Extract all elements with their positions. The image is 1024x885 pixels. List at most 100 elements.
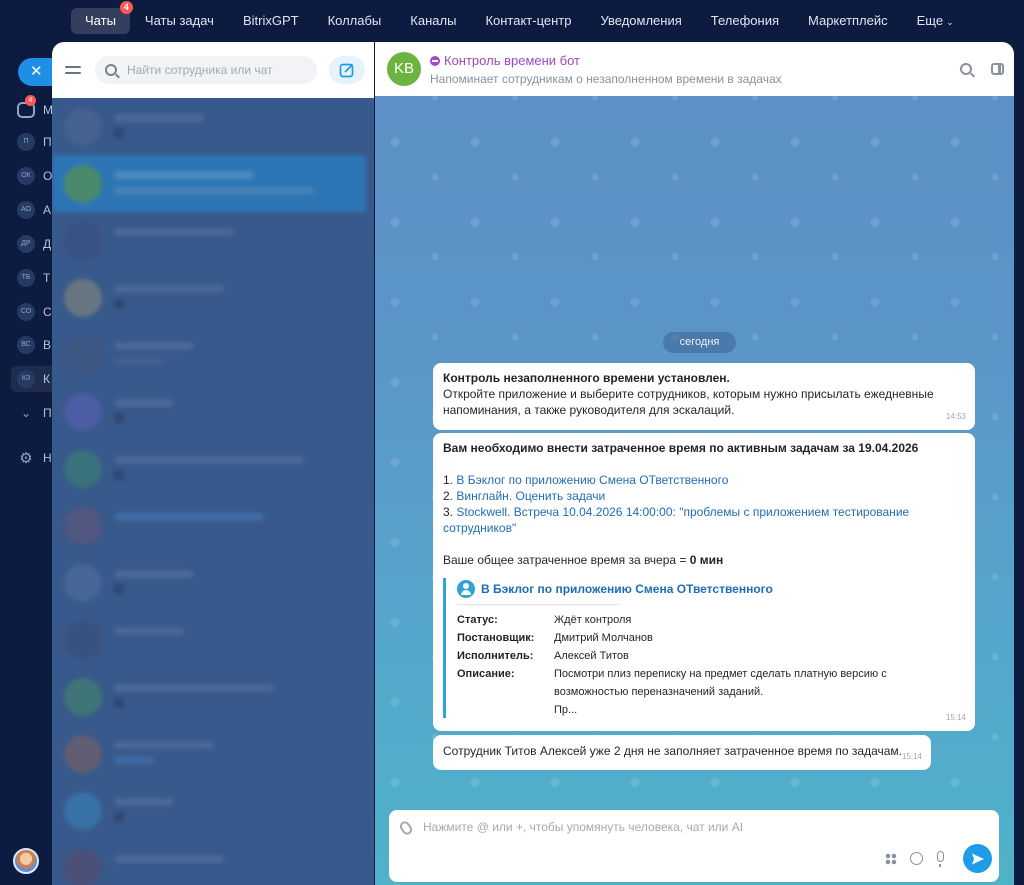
nav-tab-telephony[interactable]: Телефония [697, 8, 793, 34]
close-icon[interactable]: ✕ [18, 58, 52, 86]
rail-item[interactable]: АО А [17, 199, 53, 221]
avatar: АО [17, 201, 35, 219]
user-icon [457, 580, 475, 598]
chat-subtitle: Напоминает сотрудникам о незаполненном в… [430, 72, 782, 86]
avatar: ВС [17, 336, 35, 354]
chat-title: Контроль времени бот [444, 53, 581, 68]
avatar: КЗ [17, 370, 35, 388]
rail-item-selected[interactable]: КЗ К [11, 366, 53, 392]
blur-overlay [52, 98, 374, 885]
message-text: Сотрудник Титов Алексей уже 2 дня не зап… [443, 744, 903, 758]
nav-tab-chats[interactable]: Чаты 4 [71, 1, 133, 34]
total-time-prefix: Ваше общее затраченное время за вчера = [443, 553, 690, 567]
message-composer [389, 810, 999, 882]
nav-tab-bitrixgpt[interactable]: BitrixGPT [229, 8, 313, 34]
rail-label: А [43, 203, 52, 217]
avatar: ДР [17, 235, 35, 253]
rail-label: П [43, 135, 52, 149]
apps-icon[interactable] [885, 853, 897, 865]
message-text: Откройте приложение и выберите сотрудник… [443, 387, 934, 417]
task-link[interactable]: Stockwell. Встреча 10.04.2026 14:00:00: … [443, 505, 909, 535]
message-time: 15:14 [945, 713, 966, 722]
avatar: П [17, 133, 35, 151]
field-value: Ждёт контроля [554, 614, 632, 626]
filter-icon[interactable] [65, 59, 87, 81]
bot-avatar[interactable]: KB [387, 52, 421, 86]
message-input[interactable] [423, 820, 903, 840]
message-time: 15:14 [901, 752, 922, 761]
search-input[interactable] [127, 63, 307, 77]
chat-window: KB Контроль времени бот Напоминает сотру… [375, 42, 1014, 885]
avatar: ТБ [17, 269, 35, 287]
field-label: Описание: [457, 668, 515, 680]
task-field-creator: Постановщик: Дмитрий Молчанов [457, 629, 965, 647]
send-icon [971, 853, 984, 864]
sidebar-toggle-icon[interactable] [991, 63, 1004, 75]
compose-icon [339, 63, 354, 78]
nav-tab-more[interactable]: Еще ⌄ [903, 8, 968, 34]
task-field-description: Описание: Посмотри плиз переписку на пре… [457, 665, 965, 719]
field-value: Дмитрий Молчанов [554, 632, 653, 644]
attachment-icon[interactable] [397, 819, 415, 837]
rail-item-messages[interactable]: 4 М [17, 95, 53, 121]
chat-list-header [52, 42, 374, 98]
rail-label: Д [43, 237, 52, 251]
rail-item-expand[interactable]: ⌄ П [17, 402, 53, 424]
rail-label: С [43, 305, 52, 319]
gear-icon: ⚙ [19, 450, 33, 467]
chat-title-row[interactable]: Контроль времени бот [430, 53, 580, 68]
task-link[interactable]: Винглайн. Оценить задачи [456, 489, 605, 503]
task-field-status: Статус: Ждёт контроля [457, 611, 965, 629]
task-card: В Бэклог по приложению Смена ОТветственн… [443, 578, 965, 718]
rail-item[interactable]: СО С [17, 301, 53, 323]
message-bubble[interactable]: Вам необходимо внести затраченное время … [433, 433, 975, 731]
nav-tab-collabs[interactable]: Коллабы [314, 8, 396, 34]
total-time-value: 0 мин [689, 553, 724, 567]
field-value: Посмотри плиз переписку на предмет сдела… [554, 668, 887, 716]
nav-tab-marketplace[interactable]: Маркетплейс [794, 8, 902, 34]
divider [457, 604, 619, 605]
rail-item[interactable]: ВС В [17, 334, 53, 356]
top-nav: Чаты 4 Чаты задач BitrixGPT Коллабы Кана… [0, 0, 1024, 42]
rail-item[interactable]: ТБ Т [17, 267, 53, 289]
rail-badge: 4 [25, 95, 36, 106]
left-rail: ✕ 4 М П П ОК О АО А ДР Д ТБ Т СО С ВС В … [0, 42, 53, 885]
rail-item[interactable]: ДР Д [17, 233, 53, 255]
send-button[interactable] [963, 844, 992, 873]
date-divider: сегодня [663, 332, 736, 353]
chat-bubble-icon: 4 [17, 95, 36, 118]
emoji-icon[interactable] [910, 852, 923, 865]
new-chat-button[interactable] [329, 56, 365, 84]
task-card-title[interactable]: В Бэклог по приложению Смена ОТветственн… [481, 581, 773, 597]
field-label: Статус: [457, 614, 498, 626]
message-bubble[interactable]: Сотрудник Титов Алексей уже 2 дня не зап… [433, 735, 931, 770]
rail-item-settings[interactable]: ⚙ Н [17, 447, 53, 469]
message-time: 14:53 [945, 412, 966, 421]
rail-label: В [43, 338, 52, 352]
avatar: СО [17, 303, 35, 321]
task-link[interactable]: В Бэклог по приложению Смена ОТветственн… [456, 473, 728, 487]
rail-label: К [43, 372, 50, 386]
microphone-icon[interactable] [937, 851, 944, 867]
chevron-down-icon: ⌄ [20, 406, 32, 420]
search-icon [105, 64, 117, 76]
nav-tab-label: Еще [916, 13, 944, 28]
nav-tab-contact-center[interactable]: Контакт-центр [471, 8, 585, 34]
chat-header: KB Контроль времени бот Напоминает сотру… [375, 42, 1014, 96]
avatar: ОК [17, 167, 35, 185]
search-icon[interactable] [960, 63, 972, 75]
nav-tab-task-chats[interactable]: Чаты задач [131, 8, 228, 34]
user-avatar[interactable] [13, 848, 39, 874]
bot-icon [430, 55, 440, 66]
nav-tab-notifications[interactable]: Уведомления [586, 8, 695, 34]
field-label: Постановщик: [457, 632, 535, 644]
task-list-item: 3. Stockwell. Встреча 10.04.2026 14:00:0… [443, 505, 910, 535]
rail-item[interactable]: ОК О [17, 165, 53, 187]
search-box [95, 56, 317, 84]
nav-tab-channels[interactable]: Каналы [396, 8, 470, 34]
rail-label: Н [43, 451, 52, 465]
message-title: Контроль незаполненного времени установл… [443, 371, 730, 385]
message-bubble[interactable]: Контроль незаполненного времени установл… [433, 363, 975, 430]
chat-list-panel [52, 42, 374, 885]
rail-item[interactable]: П П [17, 131, 53, 153]
